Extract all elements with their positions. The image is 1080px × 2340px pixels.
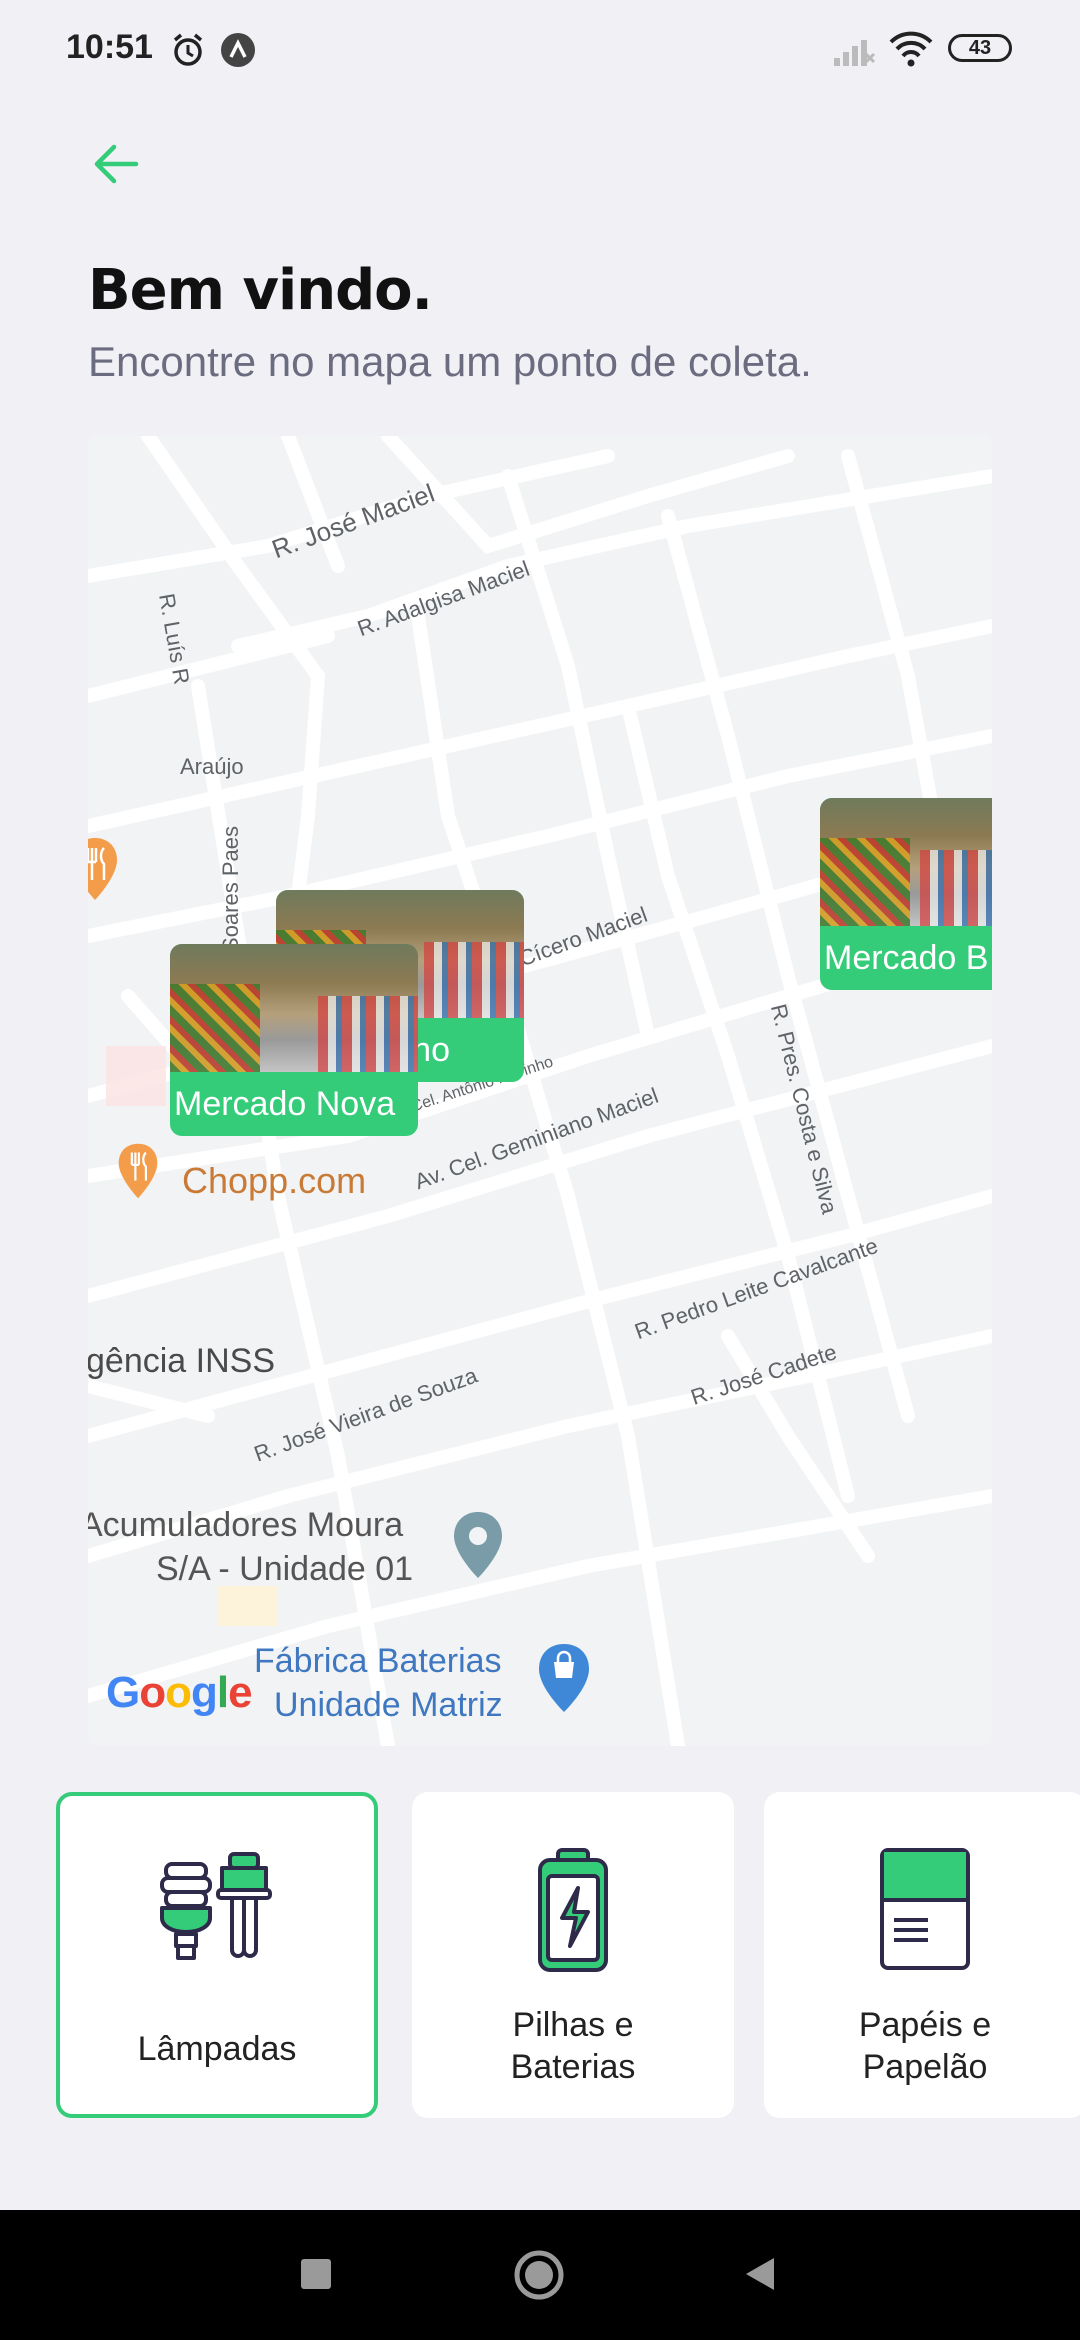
status-bar: 10:51 43 — [0, 0, 1080, 100]
category-card-papeis[interactable]: Papéis e Papelão — [764, 1792, 1080, 2118]
google-logo: Google — [106, 1668, 253, 1717]
collection-point-marker[interactable]: Mercado Nova — [170, 944, 418, 1136]
location-pin-icon — [454, 1512, 502, 1578]
category-label: Baterias — [510, 2048, 636, 2086]
poi-label: Fábrica Baterias — [254, 1642, 502, 1680]
poi-label: Chopp.com — [182, 1160, 367, 1201]
marker-photo — [820, 798, 992, 926]
category-label: Papéis e — [858, 2006, 992, 2044]
signal-icon — [834, 40, 876, 66]
wifi-icon — [889, 31, 933, 67]
street-label: Soares Paes — [217, 826, 243, 952]
category-label: Papelão — [862, 2048, 988, 2086]
poi-label: Unidade Matriz — [274, 1686, 503, 1724]
collection-point-marker[interactable]: Mercado B — [820, 798, 992, 990]
category-label: Pilhas e — [512, 2006, 634, 2044]
back-nav-icon[interactable] — [740, 2254, 780, 2294]
poi-label: S/A - Unidade 01 — [156, 1550, 414, 1588]
battery-indicator: 43 — [948, 34, 1012, 62]
category-card-pilhas[interactable]: Pilhas e Baterias — [412, 1792, 734, 2118]
poi-label: gência INSS — [88, 1342, 275, 1380]
marker-label: Mercado Nova — [174, 1085, 396, 1123]
system-navigation-bar — [0, 2210, 1080, 2340]
battery-icon — [538, 1848, 608, 1972]
app-notification-icon — [221, 33, 255, 67]
alarm-icon — [173, 33, 203, 66]
lightbulb-icon — [160, 1852, 272, 1960]
page-subtitle: Encontre no mapa um ponto de coleta. — [88, 338, 812, 385]
marker-label: Mercado B — [824, 939, 989, 977]
marker-photo — [170, 944, 418, 1072]
shopping-pin-icon — [539, 1644, 589, 1712]
recents-icon[interactable] — [298, 2256, 334, 2292]
back-arrow-icon[interactable] — [86, 136, 146, 192]
paper-icon — [880, 1848, 970, 1970]
page-title: Bem vindo. — [88, 258, 433, 323]
category-list: Lâmpadas Pilhas e Baterias Papéis e Pape… — [0, 1792, 1080, 2122]
status-time: 10:51 — [66, 28, 153, 66]
category-card-lampadas[interactable]: Lâmpadas — [56, 1792, 378, 2118]
poi-label: Acumuladores Moura — [88, 1506, 404, 1544]
restaurant-pin-icon — [118, 1143, 158, 1199]
map-view[interactable]: R. José Maciel R. Adalgisa Maciel R. Luí… — [88, 436, 992, 1746]
restaurant-pin-icon — [88, 838, 117, 900]
category-label: Lâmpadas — [137, 2030, 297, 2068]
home-icon[interactable] — [512, 2248, 566, 2302]
street-label: Araújo — [180, 754, 244, 779]
